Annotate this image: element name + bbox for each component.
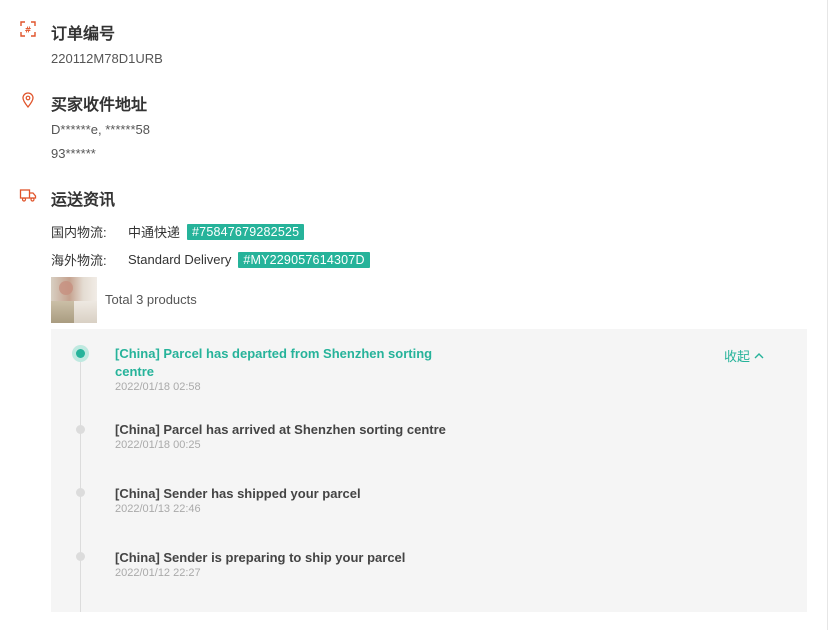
collapse-button[interactable]: 收起 xyxy=(724,346,764,365)
shipping-info-title: 运送资讯 xyxy=(51,192,116,209)
product-thumbnail[interactable] xyxy=(51,277,97,323)
timeline-line xyxy=(80,351,81,612)
timeline-event-title: [China] Sender has shipped your parcel xyxy=(115,486,361,501)
timeline-event-title: [China] Parcel has departed from Shenzhe… xyxy=(115,346,433,379)
timeline-event-time: 2022/01/12 22:27 xyxy=(115,567,201,579)
overseas-carrier: Standard Delivery xyxy=(128,252,232,267)
order-number-title: 订单编号 xyxy=(51,26,116,43)
svg-text:#: # xyxy=(25,26,32,35)
order-number-value: 220112M78D1URB xyxy=(51,51,163,66)
timeline-event-title: [China] Sender is preparing to ship your… xyxy=(115,550,406,565)
domestic-logistics-row: 国内物流: 中通快递 #75847679282525 xyxy=(51,222,305,241)
location-pin-icon xyxy=(22,92,34,109)
timeline-dot xyxy=(76,425,85,434)
domestic-logistics-label: 国内物流: xyxy=(51,225,107,240)
order-number-icon: # xyxy=(20,21,36,37)
address-line-2: 93****** xyxy=(51,146,96,161)
timeline-event-title: [China] Parcel has arrived at Shenzhen s… xyxy=(115,422,446,437)
timeline-event-time: 2022/01/13 22:46 xyxy=(115,503,201,515)
timeline-dot-active xyxy=(72,345,89,362)
truck-icon xyxy=(19,189,37,202)
collapse-label: 收起 xyxy=(724,349,751,364)
timeline-dot xyxy=(76,552,85,561)
tracking-timeline: [China] Parcel has departed from Shenzhe… xyxy=(51,329,807,612)
timeline-event-time: 2022/01/18 00:25 xyxy=(115,439,201,451)
chevron-up-icon xyxy=(754,352,764,358)
total-products: Total 3 products xyxy=(105,292,197,307)
overseas-logistics-row: 海外物流: Standard Delivery #MY229057614307D xyxy=(51,250,370,269)
address-line-1: D******e, ******58 xyxy=(51,122,151,137)
timeline-dot xyxy=(76,488,85,497)
domestic-carrier: 中通快递 xyxy=(128,225,181,240)
timeline-event-time: 2022/01/18 02:58 xyxy=(115,381,201,393)
overseas-tracking-number[interactable]: #MY229057614307D xyxy=(238,251,370,268)
overseas-logistics-label: 海外物流: xyxy=(51,253,107,268)
domestic-tracking-number[interactable]: #75847679282525 xyxy=(187,223,305,240)
buyer-address-title: 买家收件地址 xyxy=(51,97,148,114)
